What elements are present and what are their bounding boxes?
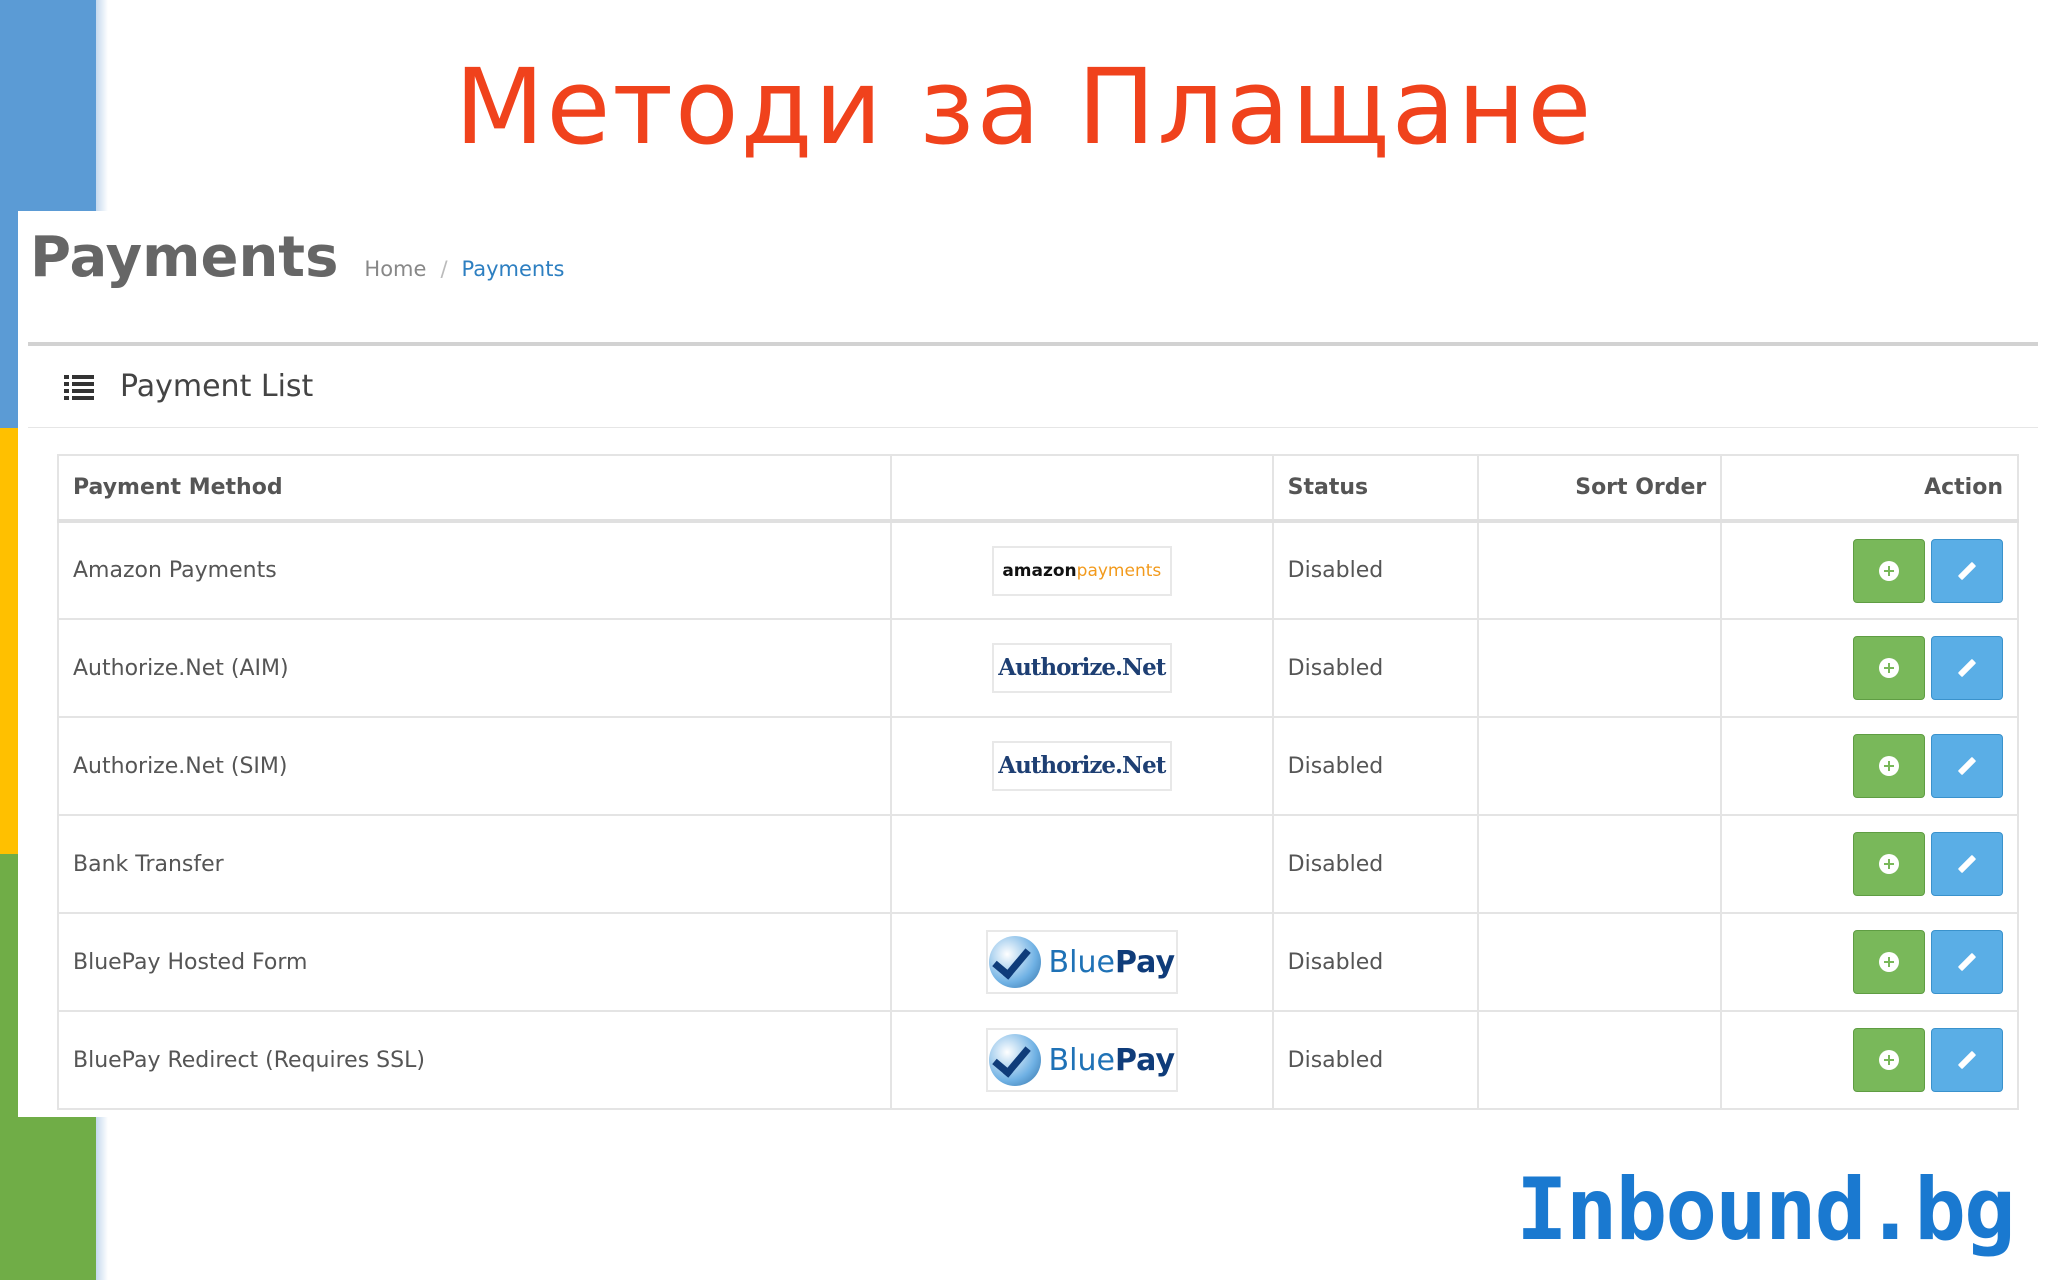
edit-button[interactable] xyxy=(1931,1028,2003,1092)
pencil-icon xyxy=(1957,756,1977,776)
column-payment-method[interactable]: Payment Method xyxy=(57,454,892,523)
action-cell xyxy=(1720,814,2019,914)
status-cell: Disabled xyxy=(1271,520,1479,620)
checkmark-icon xyxy=(988,1034,1041,1086)
amazon-payments-logo: amazonpayments xyxy=(991,545,1172,596)
payment-method-name: BluePay Redirect (Requires SSL) xyxy=(57,1010,892,1110)
inbound-bg-logo: Inbound.bg xyxy=(1516,1160,2016,1260)
install-button[interactable] xyxy=(1853,832,1925,896)
action-cell xyxy=(1720,912,2019,1012)
amazon-logo-text-payments: payments xyxy=(1076,560,1162,581)
install-button[interactable] xyxy=(1853,636,1925,700)
logo-cell: BluePay xyxy=(889,912,1274,1012)
table-row: Bank Transfer Disabled xyxy=(57,814,2019,914)
payment-method-name: Amazon Payments xyxy=(57,520,892,620)
column-logo xyxy=(889,454,1274,523)
pencil-icon xyxy=(1957,658,1977,678)
sort-order-cell xyxy=(1476,912,1723,1012)
bluepay-logo-text: BluePay xyxy=(1048,944,1175,980)
pencil-icon xyxy=(1957,561,1977,580)
bluepay-logo-text: BluePay xyxy=(1048,1042,1175,1078)
breadcrumb-separator: / xyxy=(440,257,448,281)
breadcrumb-home[interactable]: Home xyxy=(364,257,426,281)
screenshot-panel: Payments Home / Payments Payment List Pa… xyxy=(18,211,2048,1117)
logo-cell: Authorize.Net xyxy=(889,618,1274,718)
payment-method-name: Authorize.Net (AIM) xyxy=(57,618,892,718)
status-cell: Disabled xyxy=(1271,716,1479,816)
table-row: Authorize.Net (SIM) Authorize.Net Disabl… xyxy=(57,716,2019,816)
page-header: Payments Home / Payments xyxy=(30,225,564,305)
edit-button[interactable] xyxy=(1931,930,2003,994)
payment-method-name: Authorize.Net (SIM) xyxy=(57,716,892,816)
sort-order-cell xyxy=(1476,1010,1723,1110)
payment-list-card: Payment List Payment Method Status Sort … xyxy=(28,342,2038,1117)
sort-order-cell xyxy=(1476,618,1723,718)
logo-cell: amazonpayments xyxy=(889,520,1274,620)
breadcrumb-payments[interactable]: Payments xyxy=(462,257,565,281)
action-cell xyxy=(1720,618,2019,718)
pencil-icon xyxy=(1957,952,1977,972)
table-row: BluePay Hosted Form BluePay Disabled xyxy=(57,912,2019,1012)
edit-button[interactable] xyxy=(1931,832,2003,896)
plus-circle-icon xyxy=(1879,658,1899,678)
install-button[interactable] xyxy=(1853,734,1925,798)
plus-circle-icon xyxy=(1879,952,1899,972)
payment-method-name: Bank Transfer xyxy=(57,814,892,914)
checkmark-icon xyxy=(988,936,1041,988)
bluepay-logo: BluePay xyxy=(985,930,1178,994)
bluepay-logo: BluePay xyxy=(985,1028,1178,1092)
install-button[interactable] xyxy=(1853,538,1925,603)
install-button[interactable] xyxy=(1853,1028,1925,1092)
column-action: Action xyxy=(1720,454,2019,523)
payment-table: Payment Method Status Sort Order Action … xyxy=(57,454,2019,1110)
column-sort-order[interactable]: Sort Order xyxy=(1476,454,1723,523)
plus-circle-icon xyxy=(1879,1050,1899,1070)
authorize-net-logo: Authorize.Net xyxy=(991,741,1172,791)
action-cell xyxy=(1720,716,2019,816)
pencil-icon xyxy=(1957,1050,1977,1070)
edit-button[interactable] xyxy=(1931,636,2003,700)
logo-cell xyxy=(889,814,1274,914)
status-cell: Disabled xyxy=(1271,912,1479,1012)
card-header: Payment List xyxy=(28,346,2038,428)
page-title: Payments xyxy=(30,225,339,290)
logo-cell: Authorize.Net xyxy=(889,716,1274,816)
list-icon xyxy=(64,374,94,400)
edit-button[interactable] xyxy=(1931,538,2003,603)
table-header-row: Payment Method Status Sort Order Action xyxy=(57,454,2019,523)
status-cell: Disabled xyxy=(1271,814,1479,914)
sort-order-cell xyxy=(1476,814,1723,914)
table-row: Authorize.Net (AIM) Authorize.Net Disabl… xyxy=(57,618,2019,718)
table-row: BluePay Redirect (Requires SSL) BluePay … xyxy=(57,1010,2019,1110)
table-row: Amazon Payments amazonpayments Disabled xyxy=(57,520,2019,620)
sort-order-cell xyxy=(1476,520,1723,620)
action-cell xyxy=(1720,520,2019,620)
edit-button[interactable] xyxy=(1931,734,2003,798)
amazon-logo-text: amazon xyxy=(1002,560,1077,581)
sort-order-cell xyxy=(1476,716,1723,816)
status-cell: Disabled xyxy=(1271,618,1479,718)
card-title: Payment List xyxy=(120,369,314,404)
plus-circle-icon xyxy=(1879,756,1899,776)
payment-method-name: BluePay Hosted Form xyxy=(57,912,892,1012)
plus-circle-icon xyxy=(1879,560,1899,581)
breadcrumb: Home / Payments xyxy=(364,257,564,281)
authorize-net-logo: Authorize.Net xyxy=(991,643,1172,693)
pencil-icon xyxy=(1957,854,1977,874)
action-cell xyxy=(1720,1010,2019,1110)
status-cell: Disabled xyxy=(1271,1010,1479,1110)
install-button[interactable] xyxy=(1853,930,1925,994)
column-status: Status xyxy=(1271,454,1479,523)
logo-cell: BluePay xyxy=(889,1010,1274,1110)
slide-title: Методи за Плащане xyxy=(454,46,1594,168)
plus-circle-icon xyxy=(1879,854,1899,874)
